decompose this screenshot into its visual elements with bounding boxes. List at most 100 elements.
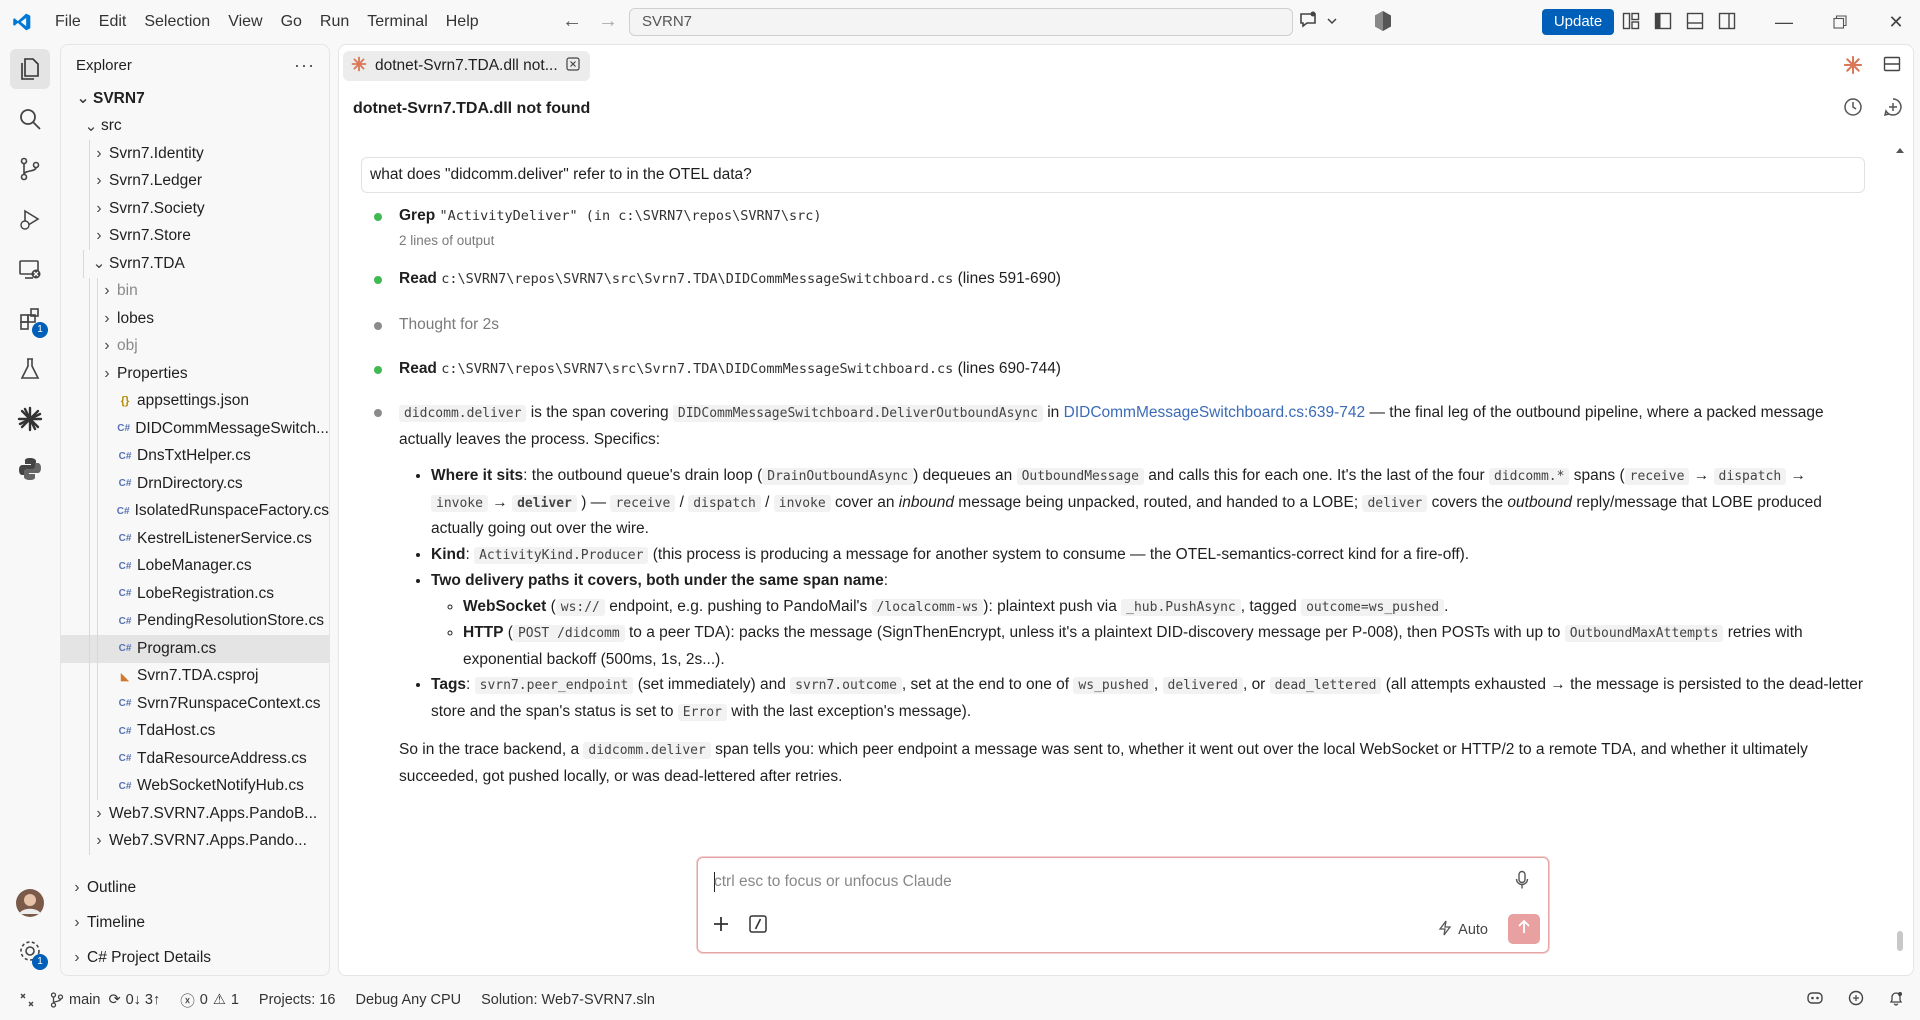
close-tab-icon[interactable] — [566, 56, 580, 76]
copilot-icon[interactable] — [1373, 10, 1393, 36]
tree-folder-src[interactable]: ⌄ src — [61, 113, 329, 141]
menu-file[interactable]: File — [46, 0, 90, 44]
build-config-status[interactable]: Debug Any CPU — [356, 992, 462, 1008]
tree-file[interactable]: C# Svrn7RunspaceContext.cs — [61, 690, 329, 718]
command-center-search[interactable]: SVRN7 — [629, 8, 1293, 36]
split-editor-icon[interactable] — [1883, 55, 1901, 79]
tree-folder[interactable]: › Web7.SVRN7.Apps.Pando... — [61, 827, 329, 855]
tree-folder[interactable]: › Svrn7.Society — [61, 195, 329, 223]
tree-folder[interactable]: › lobes — [61, 305, 329, 333]
copilot-status-icon[interactable] — [1806, 990, 1824, 1010]
tree-folder-root[interactable]: ⌄ SVRN7 — [61, 85, 329, 113]
python-icon[interactable] — [0, 444, 60, 494]
extension-status-icon[interactable] — [1848, 990, 1864, 1010]
notifications-bell-icon[interactable] — [1888, 990, 1904, 1010]
minimize-icon[interactable]: — — [1756, 0, 1812, 44]
search-icon[interactable] — [0, 94, 60, 144]
tree-file[interactable]: C# TdaResourceAddress.cs — [61, 745, 329, 773]
menu-view[interactable]: View — [219, 0, 271, 44]
slash-command-icon[interactable] — [748, 914, 768, 938]
tab-chat[interactable]: dotnet-Svrn7.TDA.dll not... — [343, 51, 590, 81]
menu-help[interactable]: Help — [437, 0, 488, 44]
toggle-secondary-sidebar-icon[interactable] — [1718, 12, 1736, 34]
testing-flask-icon[interactable] — [0, 344, 60, 394]
customize-layout-icon[interactable] — [1622, 12, 1640, 34]
menu-terminal[interactable]: Terminal — [358, 0, 436, 44]
tree-file[interactable]: C# PendingResolutionStore.cs — [61, 607, 329, 635]
close-window-icon[interactable]: ✕ — [1868, 0, 1920, 44]
manage-gear-icon[interactable]: 1 — [0, 926, 60, 976]
tree-file[interactable]: C# WebSocketNotifyHub.cs — [61, 772, 329, 800]
user-message[interactable]: what does "didcomm.deliver" refer to in … — [361, 157, 1865, 193]
tree-file[interactable]: C# KestrelListenerService.cs — [61, 525, 329, 553]
problems-status[interactable]: ⓧ 0 ⚠ 1 — [180, 990, 239, 1011]
tree-file[interactable]: C# DrnDirectory.cs — [61, 470, 329, 498]
git-branch[interactable]: main — [50, 992, 100, 1008]
chat-icon[interactable] — [1298, 10, 1318, 34]
update-button[interactable]: Update — [1542, 9, 1614, 35]
tool-step-read-1[interactable]: Read c:\SVRN7\repos\SVRN7\src\Svrn7.TDA\… — [361, 270, 1865, 288]
tree-folder[interactable]: › Svrn7.Store — [61, 222, 329, 250]
menu-run[interactable]: Run — [311, 0, 358, 44]
run-debug-icon[interactable] — [0, 194, 60, 244]
section-outline[interactable]: › Outline — [61, 870, 329, 905]
remote-explorer-icon[interactable] — [0, 244, 60, 294]
tool-step-read-2[interactable]: Read c:\SVRN7\repos\SVRN7\src\Svrn7.TDA\… — [361, 360, 1865, 378]
section-csharp-project-details[interactable]: › C# Project Details — [61, 940, 329, 975]
history-icon[interactable] — [1843, 97, 1863, 121]
tree-folder[interactable]: › obj — [61, 332, 329, 360]
claude-icon[interactable] — [0, 394, 60, 444]
back-arrow-icon[interactable]: ← — [562, 10, 582, 33]
tree-file[interactable]: ◣ Svrn7.TDA.csproj — [61, 662, 329, 690]
toggle-primary-sidebar-icon[interactable] — [1654, 12, 1672, 34]
new-chat-icon[interactable] — [1883, 97, 1903, 121]
tree-file[interactable]: C# TdaHost.cs — [61, 717, 329, 745]
chevron-right-icon: › — [96, 172, 102, 190]
more-actions-icon[interactable]: ··· — [294, 55, 315, 76]
claude-icon[interactable] — [1843, 55, 1863, 79]
tree-folder[interactable]: › Svrn7.Identity — [61, 140, 329, 168]
menu-selection[interactable]: Selection — [135, 0, 219, 44]
tree-folder[interactable]: › Svrn7.Ledger — [61, 167, 329, 195]
restore-icon[interactable] — [1812, 0, 1868, 44]
extensions-icon[interactable]: 1 — [0, 294, 60, 344]
tree-file[interactable]: {} appsettings.json — [61, 387, 329, 415]
explorer-icon[interactable] — [0, 44, 60, 94]
tree-file[interactable]: C# LobeRegistration.cs — [61, 580, 329, 608]
tree-file[interactable]: C# DnsTxtHelper.cs — [61, 442, 329, 470]
add-attachment-icon[interactable] — [712, 915, 730, 937]
csharp-file-icon: C# — [118, 643, 132, 655]
tool-step-grep[interactable]: Grep "ActivityDeliver" (in c:\SVRN7\repo… — [361, 207, 1865, 248]
chat-input-box[interactable]: ctrl esc to focus or unfocus Claude Auto — [697, 857, 1549, 953]
send-button[interactable] — [1508, 914, 1540, 944]
remote-indicator-icon[interactable] — [20, 993, 34, 1007]
tree-folder[interactable]: › bin — [61, 277, 329, 305]
microphone-icon[interactable] — [1514, 870, 1530, 894]
mode-selector[interactable]: Auto — [1438, 920, 1488, 940]
tree-file[interactable]: C# DIDCommMessageSwitch... — [61, 415, 329, 443]
thought-step[interactable]: Thought for 2s — [361, 316, 1865, 334]
tree-label: DIDCommMessageSwitch... — [135, 419, 329, 437]
tree-file[interactable]: C# LobeManager.cs — [61, 552, 329, 580]
toggle-panel-icon[interactable] — [1686, 12, 1704, 34]
tree-folder[interactable]: › Properties — [61, 360, 329, 388]
chat-input-placeholder[interactable]: ctrl esc to focus or unfocus Claude — [714, 873, 952, 891]
section-timeline[interactable]: › Timeline — [61, 905, 329, 940]
solution-status[interactable]: Solution: Web7-SVRN7.sln — [481, 992, 655, 1008]
sync-status[interactable]: ⟳ 0↓ 3↑ — [108, 992, 160, 1008]
file-link[interactable]: DIDCommMessageSwitchboard.cs:639-742 — [1064, 404, 1366, 421]
tree-folder[interactable]: › Web7.SVRN7.Apps.PandoB... — [61, 800, 329, 828]
tree-file[interactable]: C# Program.cs — [61, 635, 329, 663]
forward-arrow-icon[interactable]: → — [598, 10, 618, 33]
account-avatar[interactable] — [0, 878, 60, 928]
source-control-icon[interactable] — [0, 144, 60, 194]
tree-file[interactable]: C# IsolatedRunspaceFactory.cs — [61, 497, 329, 525]
tree-folder-tda[interactable]: ⌄ Svrn7.TDA — [61, 250, 329, 278]
chat-scrollbar[interactable] — [1895, 145, 1905, 969]
list-item: WebSocket (ws:// endpoint, e.g. pushing … — [463, 594, 1865, 621]
projects-status[interactable]: Projects: 16 — [259, 992, 336, 1008]
chevron-down-icon[interactable] — [1326, 14, 1338, 31]
menu-edit[interactable]: Edit — [90, 0, 136, 44]
menu-go[interactable]: Go — [272, 0, 311, 44]
csharp-file-icon: C# — [118, 725, 132, 737]
